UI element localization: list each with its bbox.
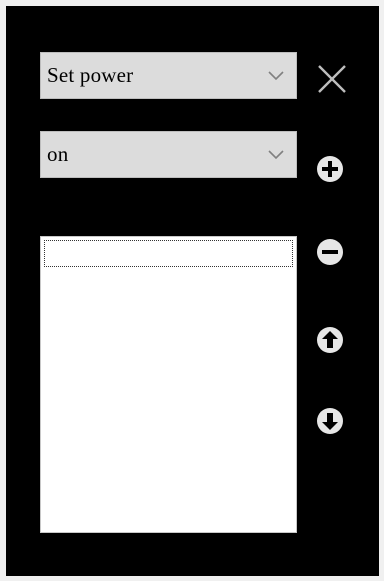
action-editor-panel: Set power on — [6, 6, 379, 576]
action-select[interactable]: Set power — [40, 52, 297, 99]
list-item[interactable] — [44, 240, 293, 267]
add-button[interactable] — [316, 155, 344, 183]
value-select-value: on — [47, 142, 69, 166]
chevron-down-icon — [268, 71, 284, 81]
rule-list[interactable] — [40, 236, 297, 533]
action-select-value: Set power — [47, 63, 134, 87]
move-up-button[interactable] — [316, 326, 344, 354]
move-down-button[interactable] — [316, 407, 344, 435]
chevron-down-icon — [268, 150, 284, 160]
value-select[interactable]: on — [40, 131, 297, 178]
close-icon[interactable] — [316, 63, 348, 95]
remove-button[interactable] — [316, 238, 344, 266]
